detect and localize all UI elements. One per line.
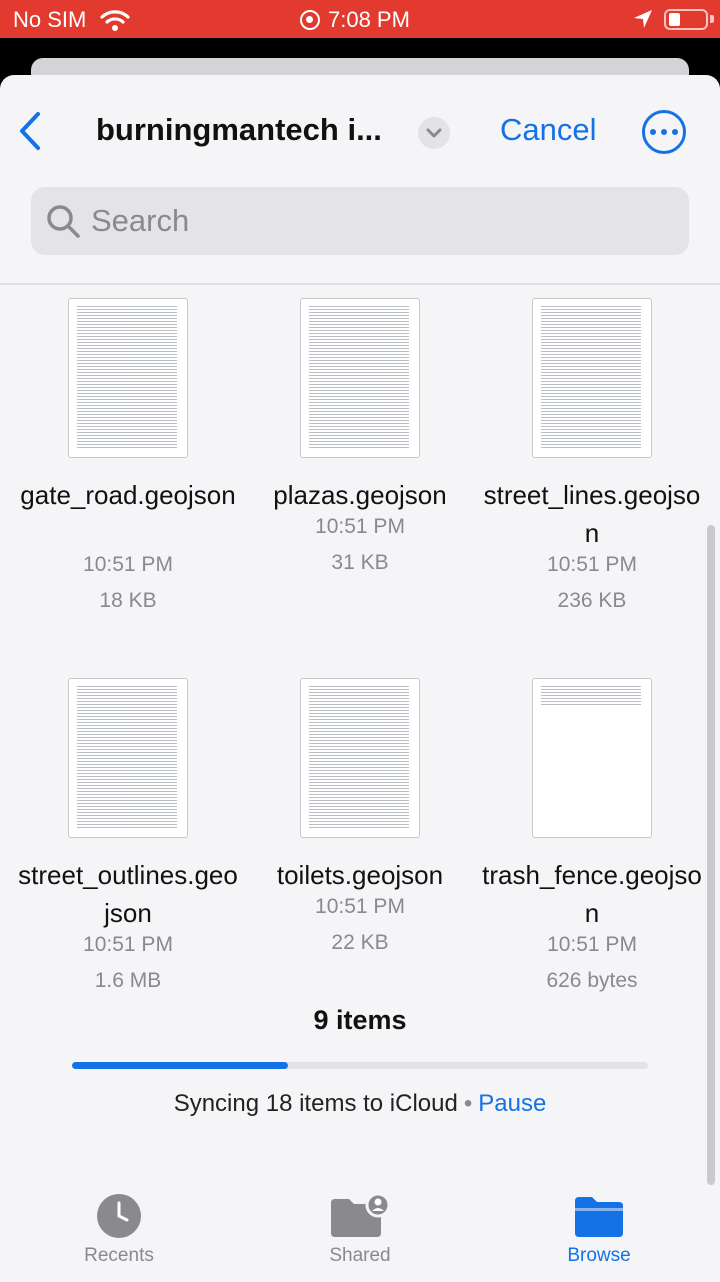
file-time: 10:51 PM bbox=[547, 933, 637, 956]
search-icon bbox=[47, 205, 80, 238]
document-thumbnail bbox=[68, 678, 188, 838]
file-name: toilets.geojson bbox=[276, 860, 444, 890]
battery-cap bbox=[710, 15, 714, 23]
separator: • bbox=[463, 1090, 473, 1117]
divider bbox=[0, 283, 720, 285]
file-item-street-lines[interactable]: street_lines.geojson 10:51 PM 236 KB bbox=[482, 298, 702, 618]
file-time: 10:51 PM bbox=[83, 933, 173, 956]
tab-bar: Recents Shared Browse bbox=[0, 1185, 720, 1282]
search-bar[interactable] bbox=[31, 187, 689, 255]
file-size: 31 KB bbox=[331, 551, 389, 574]
ellipsis-icon bbox=[650, 129, 656, 135]
file-name: street_outlines.geojson bbox=[18, 860, 238, 928]
more-options-button[interactable] bbox=[642, 110, 686, 154]
clock-area: 7:08 PM bbox=[300, 7, 410, 33]
document-thumbnail bbox=[532, 298, 652, 458]
tab-shared[interactable]: Shared bbox=[290, 1193, 430, 1267]
file-name: gate_road.geojson bbox=[20, 480, 236, 510]
file-item-trash-fence[interactable]: trash_fence.geojson 10:51 PM 626 bytes bbox=[482, 678, 702, 998]
document-thumbnail bbox=[68, 298, 188, 458]
status-time: 7:08 PM bbox=[328, 7, 410, 32]
file-name: street_lines.geojson bbox=[483, 480, 701, 548]
file-time: 10:51 PM bbox=[547, 553, 637, 576]
cancel-button[interactable]: Cancel bbox=[500, 112, 597, 148]
file-item-gate-road[interactable]: gate_road.geojson 10:51 PM 18 KB bbox=[18, 298, 238, 618]
file-item-toilets[interactable]: toilets.geojson 10:51 PM 22 KB bbox=[250, 678, 470, 998]
items-count: 9 items bbox=[313, 1005, 407, 1035]
file-item-street-outlines[interactable]: street_outlines.geojson 10:51 PM 1.6 MB bbox=[18, 678, 238, 998]
file-name: trash_fence.geojson bbox=[482, 860, 702, 928]
sync-progress-bar bbox=[72, 1062, 648, 1069]
document-thumbnail bbox=[300, 678, 420, 838]
file-size: 236 KB bbox=[557, 589, 627, 612]
sync-text: Syncing 18 items to iCloud bbox=[173, 1090, 458, 1117]
wifi-icon bbox=[100, 10, 130, 31]
pause-button[interactable]: Pause bbox=[478, 1090, 546, 1117]
file-time: 10:51 PM bbox=[315, 515, 405, 538]
file-size: 22 KB bbox=[331, 931, 389, 954]
folder-icon bbox=[575, 1197, 623, 1237]
tab-browse[interactable]: Browse bbox=[529, 1193, 669, 1267]
back-chevron-icon[interactable] bbox=[16, 110, 44, 152]
file-browser-sheet: burningmantech i... Cancel gate_road.geo… bbox=[0, 75, 720, 1282]
document-thumbnail bbox=[300, 298, 420, 458]
sync-status: Syncing 18 items to iCloud • Pause bbox=[0, 1090, 720, 1118]
status-bar: No SIM 7:08 PM bbox=[0, 0, 720, 38]
location-arrow-icon bbox=[634, 10, 652, 28]
tab-label: Shared bbox=[329, 1245, 391, 1266]
file-size: 18 KB bbox=[99, 589, 157, 612]
folder-title[interactable]: burningmantech i... bbox=[96, 112, 382, 148]
screen-record-icon bbox=[300, 10, 320, 30]
file-item-plazas[interactable]: plazas.geojson 10:51 PM 31 KB bbox=[250, 298, 470, 618]
scrollbar[interactable] bbox=[707, 525, 715, 1185]
tab-label: Browse bbox=[567, 1245, 631, 1266]
shared-folder-icon bbox=[331, 1193, 391, 1237]
search-input[interactable] bbox=[91, 201, 651, 241]
file-size: 1.6 MB bbox=[94, 969, 162, 992]
chevron-down-icon[interactable] bbox=[418, 117, 450, 149]
file-time: 10:51 PM bbox=[83, 553, 173, 576]
battery-icon bbox=[664, 9, 708, 30]
file-name: plazas.geojson bbox=[273, 480, 447, 510]
document-thumbnail bbox=[532, 678, 652, 838]
sync-progress-fill bbox=[72, 1062, 288, 1069]
file-size: 626 bytes bbox=[546, 969, 638, 992]
carrier-label: No SIM bbox=[13, 7, 87, 32]
tab-recents[interactable]: Recents bbox=[49, 1193, 189, 1267]
clock-icon bbox=[97, 1194, 141, 1238]
file-time: 10:51 PM bbox=[315, 895, 405, 918]
tab-label: Recents bbox=[84, 1245, 154, 1266]
